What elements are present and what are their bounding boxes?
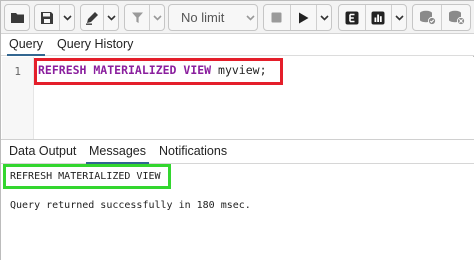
- filter-options-button[interactable]: [150, 5, 164, 30]
- execute-button[interactable]: [291, 5, 318, 30]
- edit-options-button[interactable]: [104, 5, 118, 30]
- save-group: [34, 4, 75, 31]
- open-group: [4, 4, 30, 31]
- limit-select[interactable]: No limit: [168, 4, 258, 31]
- line-gutter: 1: [2, 57, 34, 140]
- chevron-down-icon: [245, 14, 255, 21]
- filter-icon: [131, 12, 143, 23]
- explain-options-button[interactable]: [392, 5, 406, 30]
- message-result: Query returned successfully in 180 msec.: [10, 200, 251, 211]
- execute-group: [263, 4, 332, 31]
- message-highlight-box: [3, 164, 171, 189]
- folder-icon: [10, 13, 24, 23]
- play-icon: [298, 12, 309, 23]
- execute-options-button[interactable]: [317, 5, 331, 30]
- chevron-down-icon: [107, 14, 116, 21]
- rollback-icon: [448, 10, 465, 25]
- edit-group: [80, 4, 119, 31]
- chevron-down-icon: [320, 14, 329, 21]
- filter-button[interactable]: [125, 5, 150, 30]
- commit-button[interactable]: [413, 5, 442, 30]
- rollback-button[interactable]: [442, 5, 470, 30]
- explain-group: [338, 4, 407, 31]
- explain-button[interactable]: [339, 5, 366, 30]
- query-highlight-box: [34, 58, 283, 85]
- filter-group: [124, 4, 165, 31]
- transaction-group: [412, 4, 471, 31]
- tab-query[interactable]: Query: [6, 37, 46, 56]
- chevron-down-icon: [395, 14, 404, 21]
- edit-button[interactable]: [81, 5, 105, 30]
- save-icon: [41, 11, 54, 24]
- explain-icon: [345, 11, 359, 24]
- save-options-button[interactable]: [60, 5, 74, 30]
- pen-icon: [85, 11, 98, 25]
- save-button[interactable]: [35, 5, 61, 30]
- chevron-down-icon: [152, 14, 162, 21]
- commit-icon: [419, 10, 436, 25]
- limit-select-value: No limit: [181, 10, 225, 25]
- chevron-down-icon: [63, 14, 72, 21]
- open-file-button[interactable]: [5, 5, 29, 30]
- output-tab-bar: Data Output Messages Notifications: [1, 140, 474, 164]
- stop-button[interactable]: [264, 5, 291, 30]
- tab-query-history[interactable]: Query History: [57, 37, 133, 51]
- line-number: 1: [14, 65, 21, 78]
- limit-select-toggle[interactable]: [243, 5, 257, 30]
- query-tool-window: No limit Query Query History 1 REFRESH M…: [0, 0, 474, 260]
- chart-icon: [371, 11, 385, 24]
- tab-notifications[interactable]: Notifications: [159, 144, 227, 158]
- query-tab-bar: Query Query History: [1, 34, 474, 56]
- stop-icon: [271, 12, 282, 23]
- toolbar: No limit: [1, 1, 474, 34]
- tab-data-output[interactable]: Data Output: [9, 144, 76, 158]
- explain-analyze-button[interactable]: [366, 5, 393, 30]
- tab-messages[interactable]: Messages: [86, 144, 149, 164]
